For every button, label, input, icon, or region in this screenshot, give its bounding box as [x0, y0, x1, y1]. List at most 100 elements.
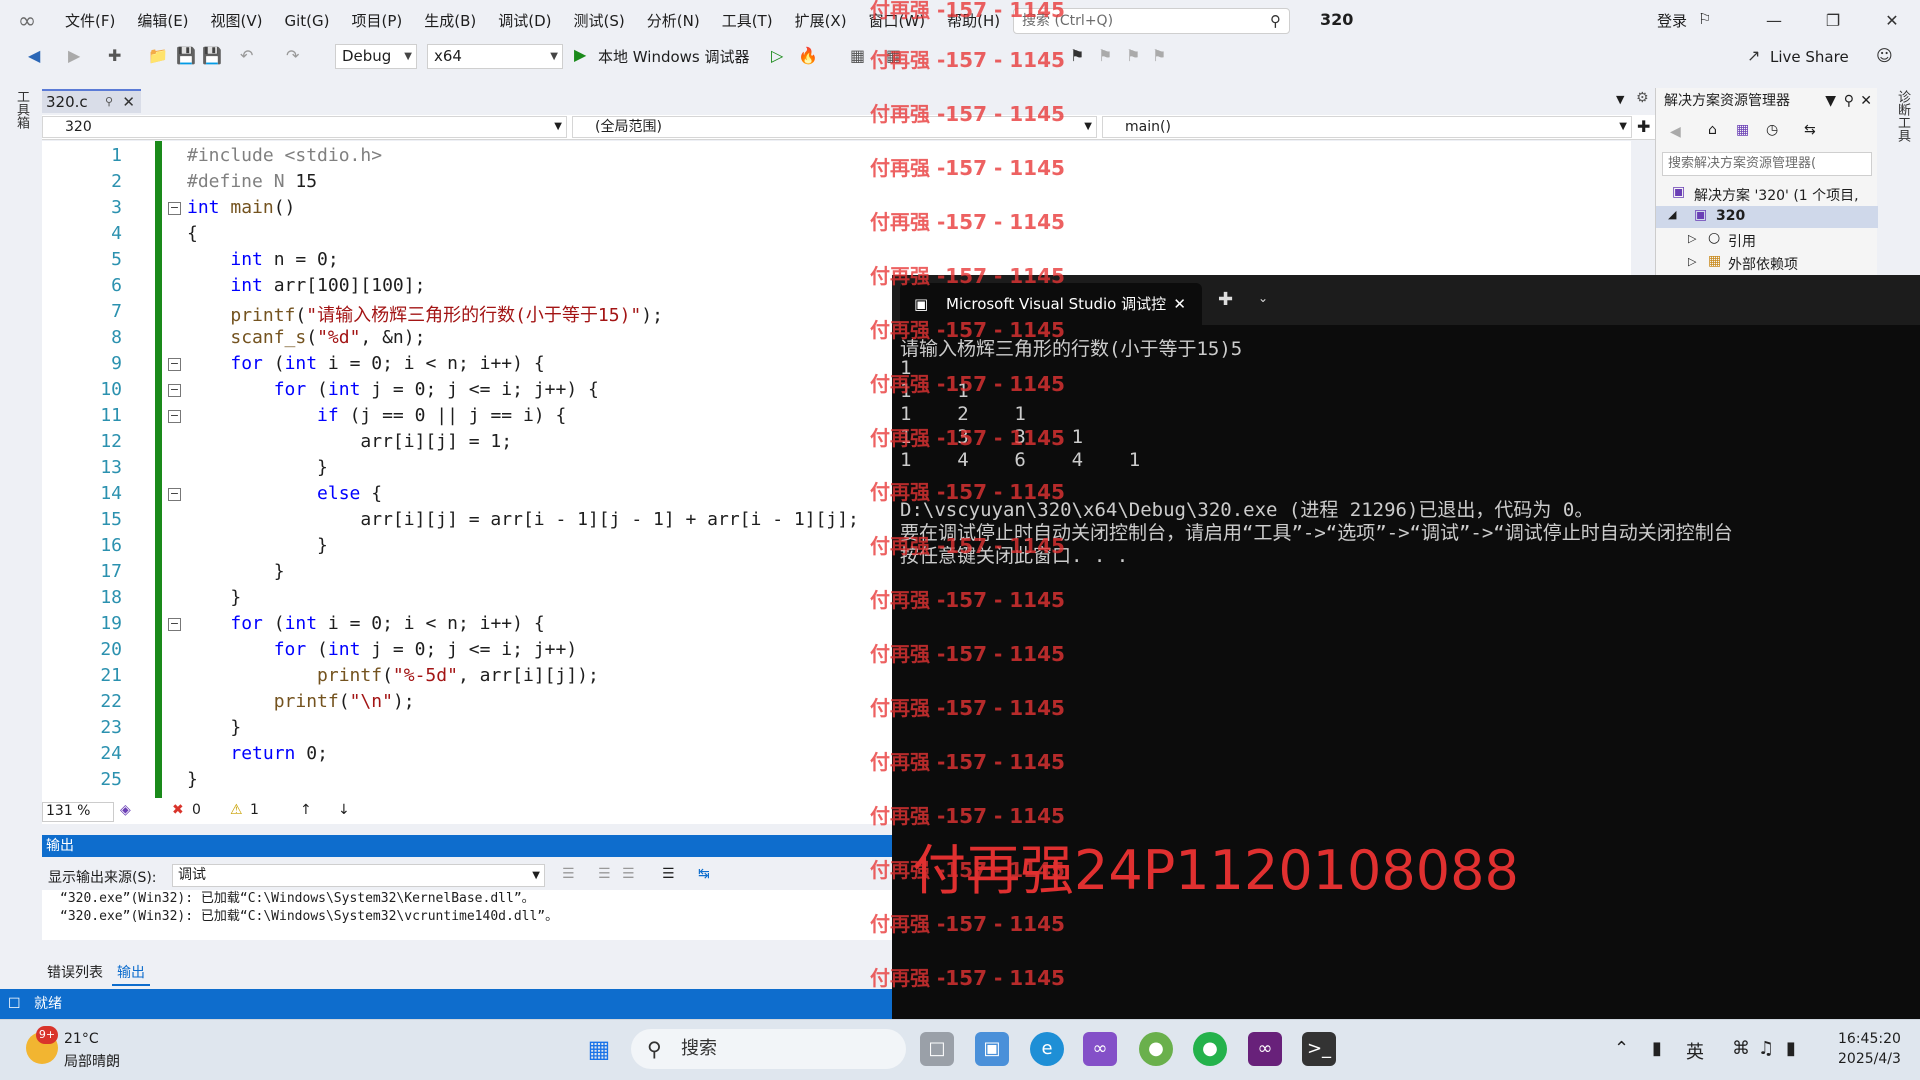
chevron-down-icon[interactable]: ▼	[1825, 88, 1836, 114]
ime-indicator[interactable]: 英	[1686, 1038, 1704, 1064]
fold-toggle[interactable]: −	[168, 488, 181, 501]
menu-file[interactable]: 文件(F)	[54, 0, 126, 42]
save-all-icon[interactable]: 💾	[202, 46, 222, 65]
play-icon[interactable]: ▶	[574, 45, 586, 64]
new-item-icon[interactable]: ✚	[108, 46, 121, 65]
weather-desc[interactable]: 局部晴朗	[64, 1051, 120, 1071]
arrow-up-icon[interactable]: ↑	[300, 802, 312, 818]
new-tab-icon[interactable]: ✚	[1218, 289, 1233, 310]
menu-test[interactable]: 测试(S)	[563, 0, 636, 42]
volume-icon[interactable]: ♫	[1758, 1038, 1774, 1059]
close-icon[interactable]: ✕	[122, 91, 135, 113]
login-button[interactable]: 登录	[1657, 10, 1687, 31]
tab-320-c[interactable]: 320.c ⚲ ✕	[42, 89, 141, 113]
pin-icon[interactable]: ▮	[1652, 1038, 1662, 1059]
undo-icon[interactable]: ↶	[240, 46, 253, 65]
menu-analyze[interactable]: 分析(N)	[636, 0, 711, 42]
config-select[interactable]: Debug ▼	[335, 44, 417, 69]
clock-time[interactable]: 16:45:20	[1838, 1031, 1901, 1047]
menu-git[interactable]: Git(G)	[274, 0, 341, 42]
tree-references[interactable]: 引用	[1728, 231, 1756, 251]
menu-edit[interactable]: 编辑(E)	[126, 0, 199, 42]
fold-toggle[interactable]: −	[168, 384, 181, 397]
arrow-down-icon[interactable]: ↓	[338, 802, 350, 818]
error-icon[interactable]: ✖	[172, 802, 184, 818]
weather-temp[interactable]: 21°C	[64, 1031, 99, 1047]
wechat-icon[interactable]: ●	[1193, 1032, 1227, 1066]
menu-build[interactable]: 生成(B)	[413, 0, 487, 42]
toolbox-tab[interactable]: 工具箱	[12, 90, 31, 129]
bookmark-clear-icon[interactable]: ⚑	[1152, 46, 1166, 65]
next-icon[interactable]: ☰	[622, 866, 635, 882]
tree-project-row[interactable]: ◢ ▣ 320	[1656, 206, 1878, 228]
bookmark-icon[interactable]: ⚑	[1070, 46, 1084, 65]
terminal-icon[interactable]: >_	[1302, 1032, 1336, 1066]
chevron-down-icon[interactable]: ▼	[1616, 93, 1624, 106]
minimize-button[interactable]: —	[1754, 6, 1794, 36]
expand-icon[interactable]: ◢	[1668, 208, 1676, 221]
bookmark-prev-icon[interactable]: ⚑	[1098, 46, 1112, 65]
prev-icon[interactable]: ☰	[598, 866, 611, 882]
save-icon[interactable]: 💾	[176, 46, 196, 65]
menu-view[interactable]: 视图(V)	[200, 0, 274, 42]
platform-select[interactable]: x64 ▼	[427, 44, 563, 69]
wifi-icon[interactable]: ⌘	[1732, 1038, 1750, 1059]
close-icon[interactable]: ✕	[1173, 283, 1186, 325]
warning-icon[interactable]: ⚠	[230, 802, 243, 818]
gear-icon[interactable]: ⚙	[1636, 90, 1649, 106]
windows-start-icon[interactable]: ▦	[582, 1032, 616, 1066]
tab-error-list[interactable]: 错误列表	[42, 960, 108, 984]
forward-icon[interactable]: ▶	[68, 46, 80, 65]
sync-icon[interactable]: ⇆	[1804, 122, 1816, 138]
hot-reload-icon[interactable]: 🔥	[798, 46, 818, 65]
live-share-button[interactable]: Live Share	[1770, 48, 1849, 66]
notification-icon[interactable]: ☐	[8, 989, 21, 1019]
edge-icon[interactable]: e	[1030, 1032, 1064, 1066]
output-text[interactable]: “320.exe”(Win32): 已加载“C:\Windows\System3…	[42, 890, 892, 940]
clock-date[interactable]: 2025/4/3	[1838, 1051, 1901, 1067]
zoom-select[interactable]: 131 %	[42, 802, 114, 822]
fold-toggle[interactable]: −	[168, 202, 181, 215]
fold-toggle[interactable]: −	[168, 410, 181, 423]
redo-icon[interactable]: ↷	[286, 46, 299, 65]
app-icon[interactable]: ▣	[975, 1032, 1009, 1066]
pin-icon[interactable]: ⚲	[1844, 88, 1854, 114]
run-debugger-button[interactable]: 本地 Windows 调试器	[598, 46, 750, 67]
home-icon[interactable]: ⌂	[1708, 122, 1717, 138]
tab-output[interactable]: 输出	[112, 960, 150, 986]
menu-extensions[interactable]: 扩展(X)	[784, 0, 858, 42]
member-dropdown[interactable]: main() ▼	[1102, 116, 1632, 138]
collapse-icon[interactable]: ▷	[1688, 232, 1696, 245]
word-wrap-icon[interactable]: ↹	[698, 866, 710, 882]
switch-views-icon[interactable]: ▦	[1736, 122, 1749, 138]
visual-studio-icon[interactable]: ∞	[1248, 1032, 1282, 1066]
clear-all-icon[interactable]: ☰	[662, 866, 675, 882]
tree-solution[interactable]: 解决方案 '320' (1 个项目,	[1694, 185, 1859, 205]
diagnostic-tools-tab[interactable]: 诊断工具	[1893, 90, 1912, 142]
toolbar-icon[interactable]: ▦	[850, 46, 865, 65]
menu-debug[interactable]: 调试(D)	[487, 0, 562, 42]
chevron-down-icon[interactable]: ⌄	[1258, 291, 1268, 305]
find-icon[interactable]: ☰	[562, 866, 575, 882]
solution-search-input[interactable]: 搜索解决方案资源管理器(	[1662, 152, 1872, 176]
history-icon[interactable]: ◷	[1766, 122, 1778, 138]
visual-studio-icon[interactable]: ∞	[1083, 1032, 1117, 1066]
menu-project[interactable]: 项目(P)	[341, 0, 414, 42]
split-icon[interactable]: ✚	[1637, 117, 1650, 136]
collapse-icon[interactable]: ▷	[1688, 255, 1696, 268]
chevron-up-icon[interactable]: ⌃	[1614, 1038, 1629, 1059]
battery-icon[interactable]: ▮	[1786, 1038, 1796, 1059]
open-folder-icon[interactable]: 📁	[148, 46, 168, 65]
fold-toggle[interactable]: −	[168, 618, 181, 631]
taskbar-search[interactable]: ⚲ 搜索	[631, 1029, 906, 1069]
close-icon[interactable]: ✕	[1860, 88, 1872, 114]
chat-icon[interactable]: ●	[1139, 1032, 1173, 1066]
back-icon[interactable]: ◀	[1670, 124, 1681, 140]
account-icon[interactable]: ⚐	[1698, 10, 1711, 28]
feedback-icon[interactable]: ☺	[1876, 46, 1893, 65]
intellicode-icon[interactable]: ◈	[120, 802, 131, 818]
fold-toggle[interactable]: −	[168, 358, 181, 371]
back-icon[interactable]: ◀	[28, 46, 40, 65]
output-source-select[interactable]: 调试 ▼	[172, 864, 545, 887]
menu-tools[interactable]: 工具(T)	[711, 0, 784, 42]
